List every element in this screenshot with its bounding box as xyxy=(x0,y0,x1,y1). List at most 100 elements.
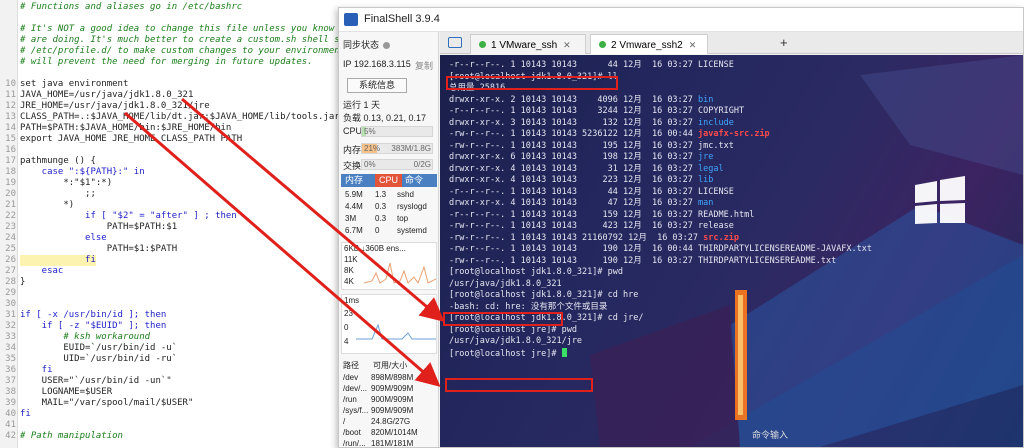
code-line: fi xyxy=(20,409,31,419)
terminal-line: -rw-r--r--. 1 10143 10143 195 12月 16 03:… xyxy=(449,141,734,152)
terminal-line: -rw-r--r--. 1 10143 10143 5236122 12月 16… xyxy=(449,129,770,140)
terminal-line: -r--r--r--. 1 10143 10143 3244 12月 16 03… xyxy=(449,106,744,117)
code-line: fi xyxy=(20,255,96,266)
code-line: case ":${PATH}:" in xyxy=(20,167,145,177)
line-number: 20 xyxy=(5,189,16,199)
cpu-value: 5% xyxy=(364,127,376,136)
terminal-line: -r--r--r--. 1 10143 10143 44 12月 16 03:2… xyxy=(449,60,734,71)
latency-graph: 1ms 23 0 4 xyxy=(341,294,437,354)
tab-label: 1 VMware_ssh xyxy=(491,40,558,51)
terminal-text: man xyxy=(698,198,714,208)
disk-cell: / xyxy=(343,417,346,426)
process-table-header[interactable]: 内存 CPU 命令 xyxy=(341,174,437,187)
system-info-button[interactable]: 系统信息 xyxy=(347,78,407,93)
code-line: PATH=$PATH:$1 xyxy=(20,222,178,232)
code-line: CLASS_PATH=.:$JAVA_HOME/lib/dt.jar:$JAVA… xyxy=(20,112,345,122)
terminal-text: -bash: cd: hre: 没有那个文件或目录 xyxy=(449,301,608,312)
line-number: 12 xyxy=(5,101,16,111)
terminal-line: /usr/java/jdk1.8.0_321/jre xyxy=(449,336,582,347)
terminal-text: drwxr-xr-x. 3 10143 10143 132 12月 16 03:… xyxy=(449,117,699,128)
terminal-text: /usr/java/jdk1.8.0_321 xyxy=(449,278,562,289)
terminal-line: [root@localhost jre]# pwd xyxy=(449,325,577,336)
close-icon[interactable]: ✕ xyxy=(563,40,571,50)
code-line: set java environment xyxy=(20,79,129,89)
disk-cell: 909M/909M xyxy=(371,406,414,415)
tab-vmware-ssh2[interactable]: 2 Vmware_ssh2 ✕ xyxy=(590,34,708,54)
code-line: # It's NOT a good idea to change this fi… xyxy=(20,24,345,34)
network-sparkline xyxy=(363,262,436,285)
disk-cell: /run/... xyxy=(343,439,366,448)
command-input[interactable]: 命令输入 xyxy=(752,428,788,441)
cpu-meter: 5% xyxy=(361,126,433,137)
code-line: PATH=$PATH:$JAVA_HOME/bin:$JRE_HOME/bin xyxy=(20,123,232,133)
copy-ip-button[interactable]: 复制 xyxy=(415,59,433,72)
latency-sparkline xyxy=(356,323,436,340)
col-command[interactable]: 命令 xyxy=(405,174,423,187)
terminal-text: src.zip xyxy=(703,232,739,243)
text-editor-pane[interactable]: 10 11 12 13 14 15 16 17 18 19 20 21 22 23 24 25 26 27 28 29… xyxy=(0,0,345,448)
process-cell: 0.3 xyxy=(375,214,387,223)
line-number: 13 xyxy=(5,112,16,122)
process-row[interactable]: 6.7M 0 systemd xyxy=(341,225,437,236)
terminal-text: [root@localhost jre]# pwd xyxy=(449,324,577,335)
code-line: if [ -x /usr/bin/id ]; then xyxy=(20,310,167,320)
title-bar[interactable]: FinalShell 3.9.4 xyxy=(339,8,1023,32)
col-memory[interactable]: 内存 xyxy=(345,174,363,187)
ip-address: IP 192.168.3.115 xyxy=(343,59,411,69)
disk-cell: 909M/909M xyxy=(371,384,414,393)
terminal-text: -rw-r--r--. 1 10143 10143 190 12月 16 03:… xyxy=(449,255,837,266)
terminal-line: [root@localhost jre]# xyxy=(449,347,567,359)
line-number: 36 xyxy=(5,365,16,375)
code-line: UID=`/usr/bin/id -ru` xyxy=(20,354,178,364)
process-cell: 6.7M xyxy=(345,226,363,235)
annotation-box-pwd-jdk xyxy=(443,312,563,326)
terminal[interactable]: -r--r--r--. 1 10143 10143 44 12月 16 03:2… xyxy=(440,55,1023,447)
connected-dot-icon xyxy=(599,41,606,48)
code-line: } xyxy=(20,277,26,287)
terminal-line: -r--r--r--. 1 10143 10143 44 12月 16 03:2… xyxy=(449,187,734,198)
col-cpu[interactable]: CPU xyxy=(375,174,403,187)
line-number: 29 xyxy=(5,288,16,298)
terminal-line: /usr/java/jdk1.8.0_321 xyxy=(449,279,562,290)
terminal-text: legal xyxy=(698,163,724,174)
line-number: 15 xyxy=(5,134,16,144)
code-line: fi xyxy=(20,365,53,375)
code-area[interactable]: # Functions and aliases go in /etc/bashr… xyxy=(20,0,345,448)
sync-status: 同步状态 xyxy=(343,38,391,51)
connected-dot-icon xyxy=(479,41,486,48)
line-number: 26 xyxy=(5,255,16,265)
terminal-text: [root@localhost jdk1.8.0_321]# cd hre xyxy=(449,290,639,300)
line-number: 28 xyxy=(5,277,16,287)
line-number: 19 xyxy=(5,178,16,188)
col-free-size: 可用/大小 xyxy=(373,361,408,370)
close-icon[interactable]: ✕ xyxy=(689,40,697,50)
line-number: 33 xyxy=(5,332,16,342)
line-number: 23 xyxy=(5,222,16,232)
terminal-text: -r--r--r--. 1 10143 10143 44 12月 16 03:2… xyxy=(449,60,734,70)
terminal-text: -r--r--r--. 1 10143 10143 159 12月 16 03:… xyxy=(449,209,755,220)
process-cell: systemd xyxy=(397,226,427,235)
window-title: FinalShell 3.9.4 xyxy=(364,13,440,25)
code-line: MAIL="/var/spool/mail/$USER" xyxy=(20,398,194,408)
tab-vmware-ssh[interactable]: 1 VMware_ssh ✕ xyxy=(470,34,586,54)
code-line: # /etc/profile.d/ to make custom changes… xyxy=(20,46,345,56)
process-cell: 5.9M xyxy=(345,190,363,199)
finalshell-window: FinalShell 3.9.4 同步状态 IP 192.168.3.115 复… xyxy=(338,7,1024,448)
line-number: 24 xyxy=(5,233,16,243)
terminal-text: /usr/java/jdk1.8.0_321/jre xyxy=(449,336,583,346)
line-number: 30 xyxy=(5,299,16,309)
process-row[interactable]: 5.9M 1.3 sshd xyxy=(341,189,437,200)
line-number: 10 xyxy=(5,79,16,89)
terminal-line: -bash: cd: hre: 没有那个文件或目录 xyxy=(449,302,607,313)
terminal-cursor xyxy=(561,347,567,357)
add-tab-button[interactable]: + xyxy=(780,35,788,50)
folder-icon[interactable] xyxy=(448,37,462,48)
process-cell: 1.3 xyxy=(375,190,387,199)
terminal-text: -rw-r--r--. 1 10143 10143 5236122 12月 16… xyxy=(449,129,699,139)
terminal-text: include xyxy=(698,117,734,128)
code-line: # Functions and aliases go in /etc/bashr… xyxy=(20,2,243,12)
process-row[interactable]: 4.4M 0.3 rsyslogd xyxy=(341,201,437,212)
code-line: if [ "$2" = "after" ] ; then xyxy=(20,211,237,221)
process-row[interactable]: 3M 0.3 top xyxy=(341,213,437,224)
terminal-text: -r--r--r--. 1 10143 10143 44 12月 16 03:2… xyxy=(449,186,734,197)
